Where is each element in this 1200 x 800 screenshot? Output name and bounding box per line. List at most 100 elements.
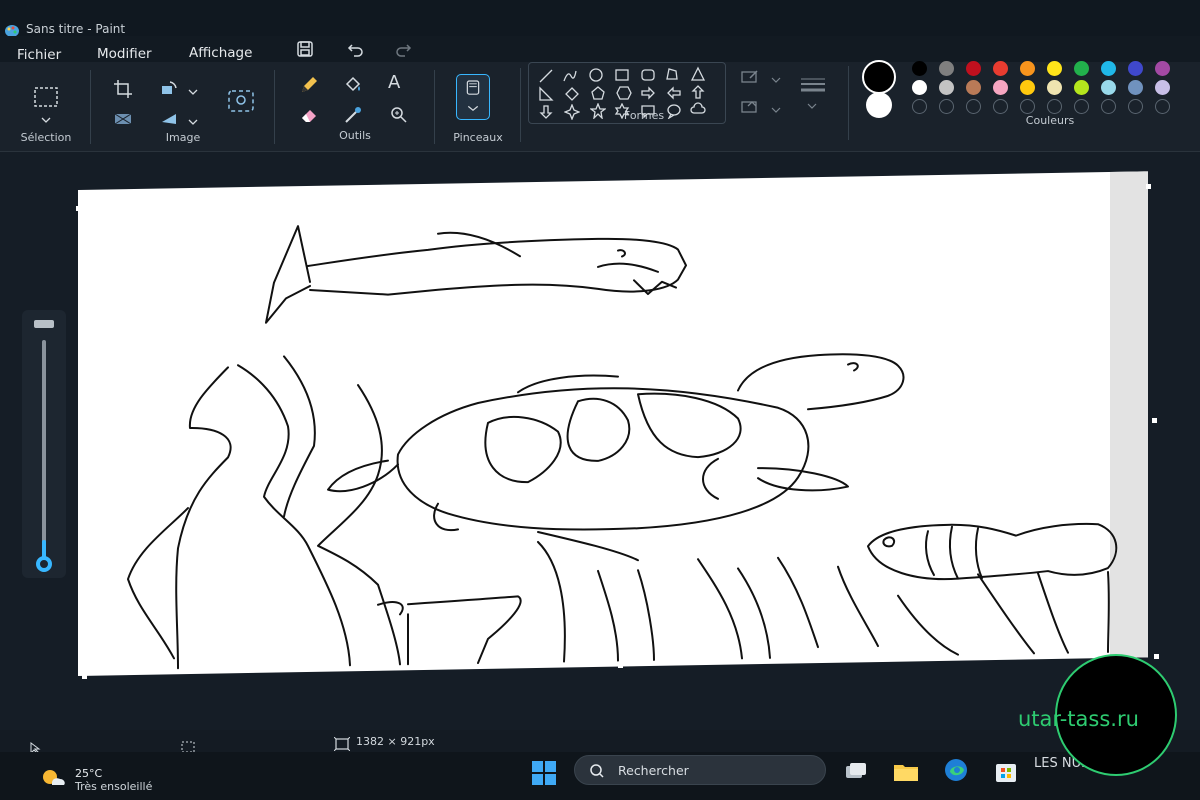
right-arrow-shape-icon[interactable] bbox=[640, 85, 656, 101]
menu-edit[interactable]: Modifier bbox=[97, 46, 152, 62]
hexagon-shape-icon[interactable] bbox=[616, 85, 632, 101]
drawing-canvas[interactable] bbox=[78, 171, 1148, 677]
palette-color-swatch[interactable] bbox=[1047, 61, 1062, 76]
chevron-down-icon[interactable] bbox=[39, 110, 53, 123]
custom-color-slot[interactable] bbox=[1020, 99, 1035, 114]
five-point-star-shape-icon[interactable] bbox=[589, 102, 607, 120]
palette-color-swatch[interactable] bbox=[1128, 80, 1143, 95]
rounded-rectangle-shape-icon[interactable] bbox=[640, 67, 656, 83]
palette-color-swatch[interactable] bbox=[1074, 61, 1089, 76]
palette-color-swatch[interactable] bbox=[1020, 80, 1035, 95]
palette-color-swatch[interactable] bbox=[1101, 61, 1116, 76]
palette-color-swatch[interactable] bbox=[993, 61, 1008, 76]
custom-color-slot[interactable] bbox=[1155, 99, 1170, 114]
stroke-size-icon[interactable] bbox=[798, 74, 828, 96]
menu-view[interactable]: Affichage bbox=[189, 45, 252, 61]
canvas-resize-handle[interactable] bbox=[1154, 654, 1159, 659]
windows-start-icon[interactable] bbox=[530, 759, 558, 787]
weather-description[interactable]: Très ensoleillé bbox=[75, 780, 152, 793]
zoom-slider-thumb[interactable] bbox=[36, 556, 52, 572]
rectangle-shape-icon[interactable] bbox=[614, 67, 630, 83]
eraser-icon[interactable] bbox=[298, 104, 320, 126]
canvas-resize-handle[interactable] bbox=[76, 206, 81, 211]
zoom-in-icon[interactable] bbox=[34, 320, 54, 328]
canvas-resize-handle[interactable] bbox=[79, 438, 84, 443]
fill-dropdown-icon[interactable] bbox=[770, 100, 782, 113]
outline-dropdown-icon[interactable] bbox=[770, 70, 782, 83]
undo-icon[interactable] bbox=[346, 39, 366, 59]
palette-color-swatch[interactable] bbox=[966, 80, 981, 95]
primary-color-swatch[interactable] bbox=[862, 60, 896, 94]
weather-icon[interactable] bbox=[38, 765, 68, 789]
fill-icon[interactable] bbox=[342, 74, 364, 96]
color-picker-icon[interactable] bbox=[342, 104, 364, 126]
custom-color-slot[interactable] bbox=[912, 99, 927, 114]
redo-icon[interactable] bbox=[393, 39, 413, 59]
diamond-shape-icon[interactable] bbox=[564, 86, 580, 102]
save-icon[interactable] bbox=[295, 39, 315, 59]
custom-color-slot[interactable] bbox=[1101, 99, 1116, 114]
rotate-icon[interactable] bbox=[158, 78, 180, 100]
menu-file[interactable]: Fichier bbox=[17, 47, 61, 63]
polygon-shape-icon[interactable] bbox=[664, 66, 680, 82]
canvas-resize-handle[interactable] bbox=[82, 674, 87, 679]
shape-fill-icon[interactable] bbox=[740, 98, 760, 114]
four-point-star-shape-icon[interactable] bbox=[563, 103, 581, 121]
custom-color-slot[interactable] bbox=[1128, 99, 1143, 114]
canvas-resize-handle[interactable] bbox=[1152, 418, 1157, 423]
microsoft-store-icon[interactable] bbox=[992, 757, 1020, 785]
six-point-star-shape-icon[interactable] bbox=[614, 102, 630, 120]
pentagon-shape-icon[interactable] bbox=[590, 85, 606, 101]
palette-color-swatch[interactable] bbox=[1128, 61, 1143, 76]
palette-color-swatch[interactable] bbox=[993, 80, 1008, 95]
rotate-dropdown-icon[interactable] bbox=[186, 82, 200, 95]
curve-shape-icon[interactable] bbox=[562, 68, 578, 84]
up-arrow-shape-icon[interactable] bbox=[690, 84, 706, 100]
remove-background-icon[interactable] bbox=[226, 88, 256, 114]
palette-color-swatch[interactable] bbox=[912, 61, 927, 76]
palette-color-swatch[interactable] bbox=[939, 61, 954, 76]
palette-color-swatch[interactable] bbox=[939, 80, 954, 95]
cloud-callout-shape-icon[interactable] bbox=[690, 102, 706, 118]
palette-color-swatch[interactable] bbox=[1047, 80, 1062, 95]
line-shape-icon[interactable] bbox=[538, 68, 554, 84]
rounded-callout-shape-icon[interactable] bbox=[640, 103, 656, 119]
palette-color-swatch[interactable] bbox=[1020, 61, 1035, 76]
down-arrow-shape-icon[interactable] bbox=[538, 104, 554, 120]
task-view-icon[interactable] bbox=[842, 758, 870, 786]
palette-color-swatch[interactable] bbox=[1074, 80, 1089, 95]
selection-rectangle-icon[interactable] bbox=[33, 86, 59, 112]
canvas-resize-handle[interactable] bbox=[618, 663, 623, 668]
palette-color-swatch[interactable] bbox=[1101, 80, 1116, 95]
canvas-resize-handle[interactable] bbox=[1146, 184, 1151, 189]
palette-color-swatch[interactable] bbox=[966, 61, 981, 76]
weather-temperature[interactable]: 25°C bbox=[75, 767, 102, 780]
left-arrow-shape-icon[interactable] bbox=[666, 85, 682, 101]
flip-dropdown-icon[interactable] bbox=[186, 112, 200, 125]
right-triangle-shape-icon[interactable] bbox=[538, 86, 554, 102]
magnifier-icon[interactable] bbox=[388, 104, 410, 126]
flip-icon[interactable] bbox=[158, 108, 180, 130]
oval-shape-icon[interactable] bbox=[588, 67, 604, 83]
pencil-icon[interactable] bbox=[298, 74, 320, 96]
palette-color-swatch[interactable] bbox=[1155, 80, 1170, 95]
zoom-slider-track[interactable] bbox=[42, 340, 46, 560]
shape-outline-icon[interactable] bbox=[740, 68, 760, 84]
custom-color-slot[interactable] bbox=[1074, 99, 1089, 114]
edge-browser-icon[interactable] bbox=[942, 756, 970, 784]
taskbar-search[interactable]: Rechercher bbox=[574, 755, 826, 785]
secondary-color-swatch[interactable] bbox=[866, 92, 892, 118]
custom-color-slot[interactable] bbox=[966, 99, 981, 114]
custom-color-slot[interactable] bbox=[939, 99, 954, 114]
canvas-resize-handle[interactable] bbox=[612, 193, 617, 198]
stroke-size-dropdown-icon[interactable] bbox=[806, 96, 818, 109]
palette-color-swatch[interactable] bbox=[1155, 61, 1170, 76]
crop-icon[interactable] bbox=[112, 78, 134, 100]
resize-icon[interactable] bbox=[112, 108, 134, 130]
palette-color-swatch[interactable] bbox=[912, 80, 927, 95]
text-icon[interactable]: A bbox=[388, 72, 410, 94]
oval-callout-shape-icon[interactable] bbox=[666, 103, 682, 120]
custom-color-slot[interactable] bbox=[1047, 99, 1062, 114]
file-explorer-icon[interactable] bbox=[892, 757, 920, 785]
triangle-shape-icon[interactable] bbox=[690, 66, 706, 82]
